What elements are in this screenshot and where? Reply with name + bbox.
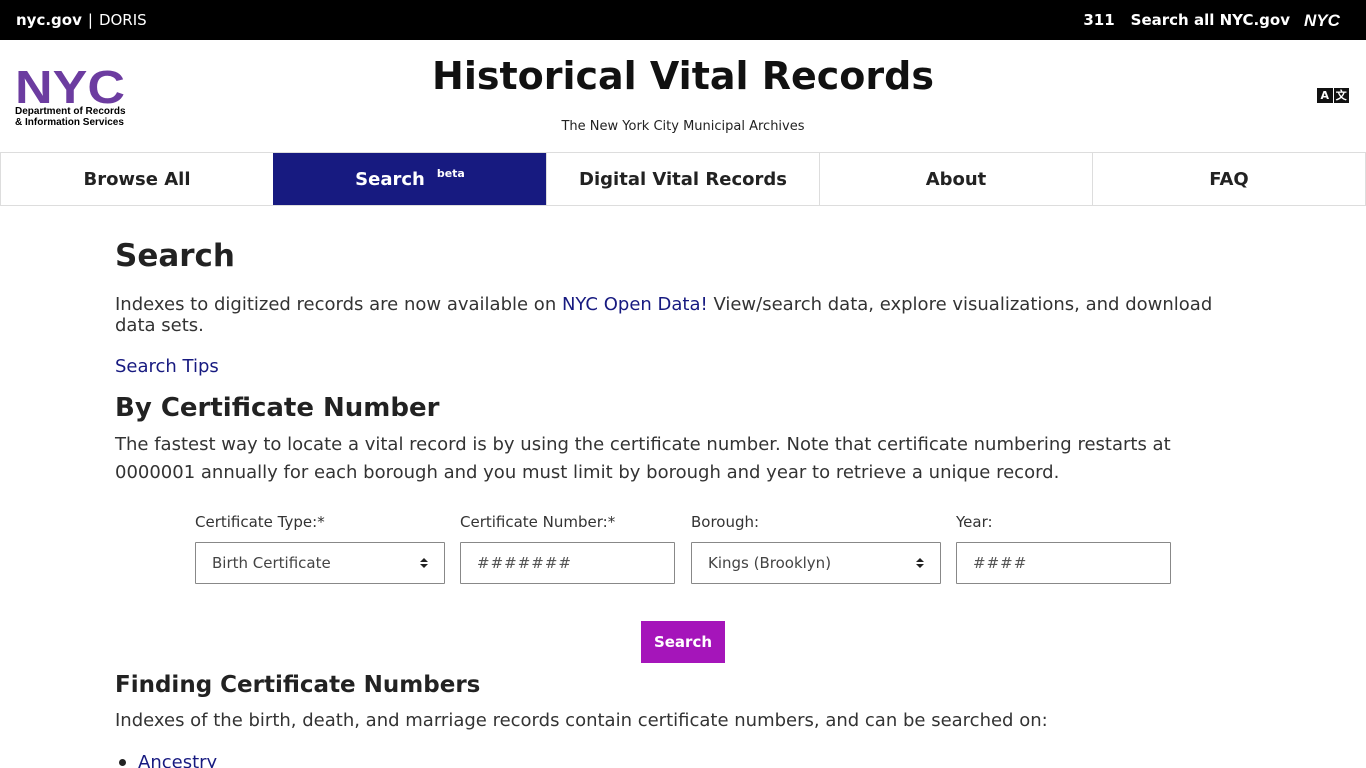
tab-label: Browse All bbox=[83, 168, 191, 190]
top-bar-separator: | bbox=[87, 11, 93, 29]
translate-b: 文 bbox=[1333, 88, 1349, 103]
tab-label: Digital Vital Records bbox=[579, 168, 787, 190]
section-description: The fastest way to locate a vital record… bbox=[115, 434, 1171, 483]
intro-before: Indexes to digitized records are now ava… bbox=[115, 294, 562, 315]
search-tips-link[interactable]: Search Tips bbox=[115, 356, 1255, 377]
year-placeholder: #### bbox=[973, 554, 1028, 572]
open-data-link[interactable]: NYC Open Data! bbox=[562, 294, 708, 315]
tab-label: Search bbox=[355, 168, 425, 190]
cert-type-value: Birth Certificate bbox=[212, 554, 331, 572]
borough-label: Borough: bbox=[691, 513, 760, 531]
beta-badge: beta bbox=[436, 166, 465, 180]
tab-label: About bbox=[925, 168, 987, 190]
tab-about[interactable]: About bbox=[819, 153, 1092, 205]
top-bar-right: 311 Search all NYC.gov NYC bbox=[1083, 11, 1350, 29]
logo-dept-line1: Department of Records bbox=[15, 106, 126, 117]
top-bar-left: nyc.gov | DORIS bbox=[16, 11, 147, 29]
translate-icon[interactable]: A 文 bbox=[1317, 88, 1349, 103]
tab-search[interactable]: Search beta bbox=[273, 153, 546, 205]
intro-text: Indexes to digitized records are now ava… bbox=[115, 294, 1255, 336]
finding-text: Indexes of the birth, death, and marriag… bbox=[115, 710, 1048, 731]
main-content: Search Indexes to digitized records are … bbox=[115, 238, 1255, 487]
finding-list: Ancestry bbox=[115, 752, 217, 768]
search-all-link[interactable]: Search all NYC.gov bbox=[1131, 11, 1290, 29]
certificate-search-form: Certificate Type:* Birth Certificate Cer… bbox=[195, 513, 1175, 593]
select-arrows-icon bbox=[420, 556, 428, 570]
tab-faq[interactable]: FAQ bbox=[1092, 153, 1366, 205]
tab-browse-all[interactable]: Browse All bbox=[0, 153, 273, 205]
translate-a: A bbox=[1317, 88, 1333, 103]
doris-link[interactable]: DORIS bbox=[99, 11, 147, 29]
nycgov-link[interactable]: nyc.gov bbox=[16, 11, 82, 29]
311-link[interactable]: 311 bbox=[1083, 11, 1114, 29]
borough-select[interactable]: Kings (Brooklyn) bbox=[691, 542, 941, 584]
bullet-icon bbox=[119, 759, 126, 766]
svg-text:NYC: NYC bbox=[1304, 12, 1341, 28]
select-arrows-icon bbox=[916, 556, 924, 570]
site-subtitle: The New York City Municipal Archives bbox=[561, 119, 805, 134]
ancestry-link[interactable]: Ancestry bbox=[138, 752, 217, 768]
cert-number-input[interactable]: ####### bbox=[460, 542, 675, 584]
section-title: By Certificate Number bbox=[115, 393, 440, 423]
finding-title: Finding Certificate Numbers bbox=[115, 672, 481, 698]
site-title: Historical Vital Records bbox=[432, 54, 934, 98]
list-item: Ancestry bbox=[115, 752, 217, 768]
cert-number-placeholder: ####### bbox=[477, 554, 572, 572]
main-nav: Browse All Search beta Digital Vital Reco… bbox=[0, 152, 1366, 206]
year-input[interactable]: #### bbox=[956, 542, 1171, 584]
top-bar: nyc.gov | DORIS 311 Search all NYC.gov NYC bbox=[0, 0, 1366, 40]
cert-type-label: Certificate Type:* bbox=[195, 513, 325, 531]
search-button[interactable]: Search bbox=[641, 621, 725, 663]
borough-value: Kings (Brooklyn) bbox=[708, 554, 832, 572]
tab-digital-vital-records[interactable]: Digital Vital Records bbox=[546, 153, 819, 205]
year-label: Year: bbox=[956, 513, 993, 531]
cert-type-field: Certificate Type:* Birth Certificate bbox=[195, 513, 445, 584]
year-field: Year: #### bbox=[956, 513, 1171, 584]
cert-number-label: Certificate Number:* bbox=[460, 513, 616, 531]
nyc-logo-icon[interactable]: NYC bbox=[1304, 12, 1350, 28]
tab-label: FAQ bbox=[1209, 168, 1249, 190]
cert-number-field: Certificate Number:* ####### bbox=[460, 513, 675, 584]
borough-field: Borough: Kings (Brooklyn) bbox=[691, 513, 941, 584]
cert-type-select[interactable]: Birth Certificate bbox=[195, 542, 445, 584]
page-title: Search bbox=[115, 238, 236, 274]
